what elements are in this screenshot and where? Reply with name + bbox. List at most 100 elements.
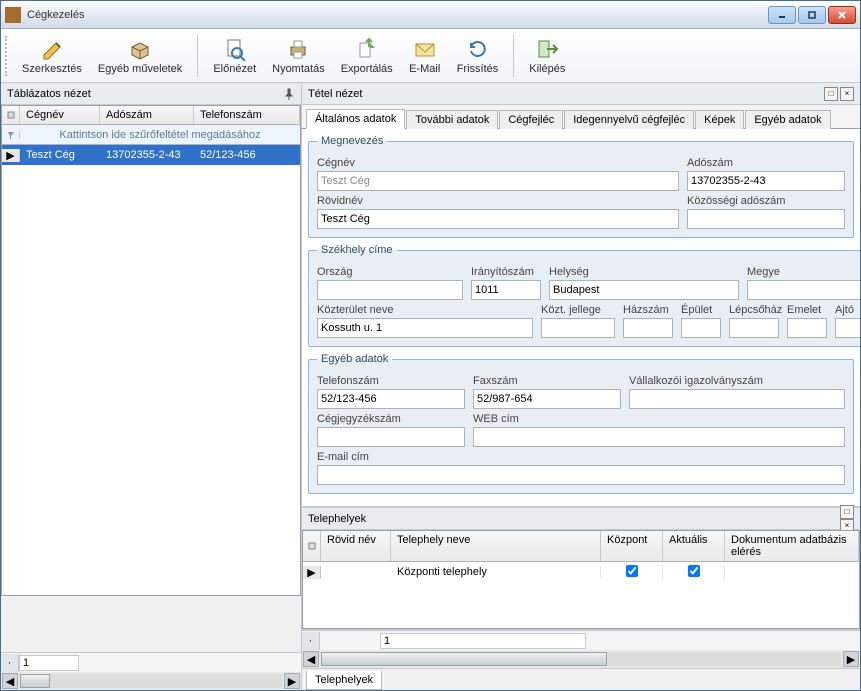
cell-telephelynev: Központi telephely [391, 566, 601, 578]
sites-max-button[interactable]: □ [840, 505, 854, 519]
input-kozossegi[interactable] [687, 209, 845, 229]
input-adoszam[interactable] [687, 171, 845, 191]
scroll-track[interactable] [321, 652, 841, 666]
input-email[interactable] [317, 465, 845, 485]
label-ajto: Ajtó [835, 304, 860, 316]
tb-frissites-label: Frissítés [457, 63, 499, 75]
label-kozossegi: Közösségi adószám [687, 195, 845, 207]
app-icon [5, 7, 21, 23]
col-kozpont[interactable]: Központ [601, 531, 663, 561]
input-helyseg[interactable] [549, 280, 739, 300]
page-input[interactable] [19, 655, 79, 671]
input-vallig[interactable] [629, 389, 845, 409]
tb-nyomtatas[interactable]: Nyomtatás [265, 35, 332, 77]
input-epulet[interactable] [681, 318, 721, 338]
tab-egyeb[interactable]: Egyéb adatok [745, 110, 830, 129]
bottom-tab-telephelyek[interactable]: Telephelyek [306, 671, 382, 690]
filter-row[interactable]: Kattintson ide szűrőfeltétel megadásához [2, 125, 300, 145]
scroll-left-icon[interactable]: ◀ [303, 651, 319, 667]
left-panel-title: Táblázatos nézet [1, 83, 301, 105]
cell-kozpont [601, 565, 663, 580]
tb-nyomtatas-label: Nyomtatás [272, 63, 325, 75]
input-telefon[interactable] [317, 389, 465, 409]
input-emelet[interactable] [787, 318, 827, 338]
input-fax[interactable] [473, 389, 621, 409]
toolbar-sep-1 [197, 35, 198, 77]
sites-panel: Telephelyek □ × Rövid név Telephely neve… [302, 507, 860, 690]
input-rovidnev[interactable] [317, 209, 679, 229]
sites-title: Telephelyek □ × [302, 508, 860, 530]
toolbar-grip[interactable] [5, 36, 9, 76]
tab-kepek[interactable]: Képek [695, 110, 744, 129]
tb-elonezet[interactable]: Előnézet [206, 35, 263, 77]
scroll-track[interactable] [20, 674, 282, 688]
col-adoszam[interactable]: Adószám [100, 106, 194, 124]
tb-egyeb-muveletek[interactable]: Egyéb műveletek [91, 35, 189, 77]
input-hazszam[interactable] [623, 318, 673, 338]
input-irsz[interactable] [471, 280, 541, 300]
col-rovidnev[interactable]: Rövid név [321, 531, 391, 561]
scroll-thumb[interactable] [321, 652, 607, 666]
left-scrollbar[interactable]: ◀ ▶ [1, 672, 301, 690]
left-nav: · [1, 652, 301, 672]
col-cegnev[interactable]: Cégnév [20, 106, 100, 124]
col-telefon[interactable]: Telefonszám [194, 106, 300, 124]
fieldset-egyeb: Egyéb adatok Telefonszám Faxszám Vállalk… [308, 353, 854, 494]
sites-grid-header: Rövid név Telephely neve Központ Aktuáli… [303, 531, 859, 562]
nav-first[interactable]: · [1, 654, 19, 672]
scroll-thumb[interactable] [20, 674, 50, 688]
sites-page-input[interactable] [380, 633, 586, 649]
select-koztjellege[interactable] [541, 318, 615, 338]
tb-kilepes[interactable]: Kilépés [522, 35, 572, 77]
legend-szekhely: Székhely címe [317, 244, 397, 256]
tb-email[interactable]: E-Mail [402, 35, 448, 77]
sites-nav-btn[interactable]: · [302, 632, 320, 650]
right-panel: Tétel nézet □ × Általános adatok További… [302, 83, 860, 690]
col-telephelynev[interactable]: Telephely neve [391, 531, 601, 561]
select-orszag[interactable] [317, 280, 463, 300]
label-hazszam: Házszám [623, 304, 673, 316]
input-lepcsohaz[interactable] [729, 318, 779, 338]
panel-close-button[interactable]: × [840, 87, 854, 101]
input-web[interactable] [473, 427, 845, 447]
tab-tovabbi[interactable]: További adatok [406, 110, 498, 129]
fieldset-megnevezes: Megnevezés Cégnév Adószám Rövi [308, 135, 854, 238]
label-cegnev: Cégnév [317, 157, 679, 169]
input-kozterulet[interactable] [317, 318, 533, 338]
tb-email-label: E-Mail [409, 63, 440, 75]
tab-idegen[interactable]: Idegennyelvű cégfejléc [564, 110, 694, 129]
col-aktualis[interactable]: Aktuális [663, 531, 725, 561]
select-megye[interactable] [747, 280, 860, 300]
checkbox-kozpont[interactable] [626, 565, 638, 577]
exit-icon [535, 37, 559, 61]
scroll-right-icon[interactable]: ▶ [284, 673, 300, 689]
col-dbeleres[interactable]: Dokumentum adatbázis elérés [725, 531, 859, 561]
tb-exportalas[interactable]: Exportálás [334, 35, 400, 77]
sites-selector-header[interactable] [303, 531, 321, 561]
tb-frissites[interactable]: Frissítés [450, 35, 506, 77]
edit-icon [40, 37, 64, 61]
label-koztjellege: Közt. jellege [541, 304, 615, 316]
input-ajto[interactable] [835, 318, 860, 338]
tab-cegfejlec[interactable]: Cégfejléc [499, 110, 563, 129]
panel-maximize-button[interactable]: □ [824, 87, 838, 101]
scroll-right-icon[interactable]: ▶ [843, 651, 859, 667]
company-table-header: Cégnév Adószám Telefonszám [2, 106, 300, 125]
minimize-button[interactable] [768, 6, 796, 24]
table-row[interactable]: ▶ Teszt Cég 13702355-2-43 52/123-456 [2, 145, 300, 165]
pin-icon[interactable] [283, 88, 295, 100]
sites-row[interactable]: ▶ Központi telephely [303, 562, 859, 582]
tb-szerkesztes[interactable]: Szerkesztés [15, 35, 89, 77]
checkbox-aktualis[interactable] [688, 565, 700, 577]
label-kozterulet: Közterület neve [317, 304, 533, 316]
label-epulet: Épület [681, 304, 721, 316]
titlebar: Cégkezelés [1, 1, 860, 29]
right-panel-title: Tétel nézet □ × [302, 83, 860, 105]
close-button[interactable] [828, 6, 856, 24]
sites-scrollbar[interactable]: ◀ ▶ [302, 650, 860, 668]
scroll-left-icon[interactable]: ◀ [2, 673, 18, 689]
maximize-button[interactable] [798, 6, 826, 24]
tab-altalanos[interactable]: Általános adatok [306, 109, 405, 129]
row-selector-header[interactable] [2, 106, 20, 124]
input-cegjegyzek[interactable] [317, 427, 465, 447]
